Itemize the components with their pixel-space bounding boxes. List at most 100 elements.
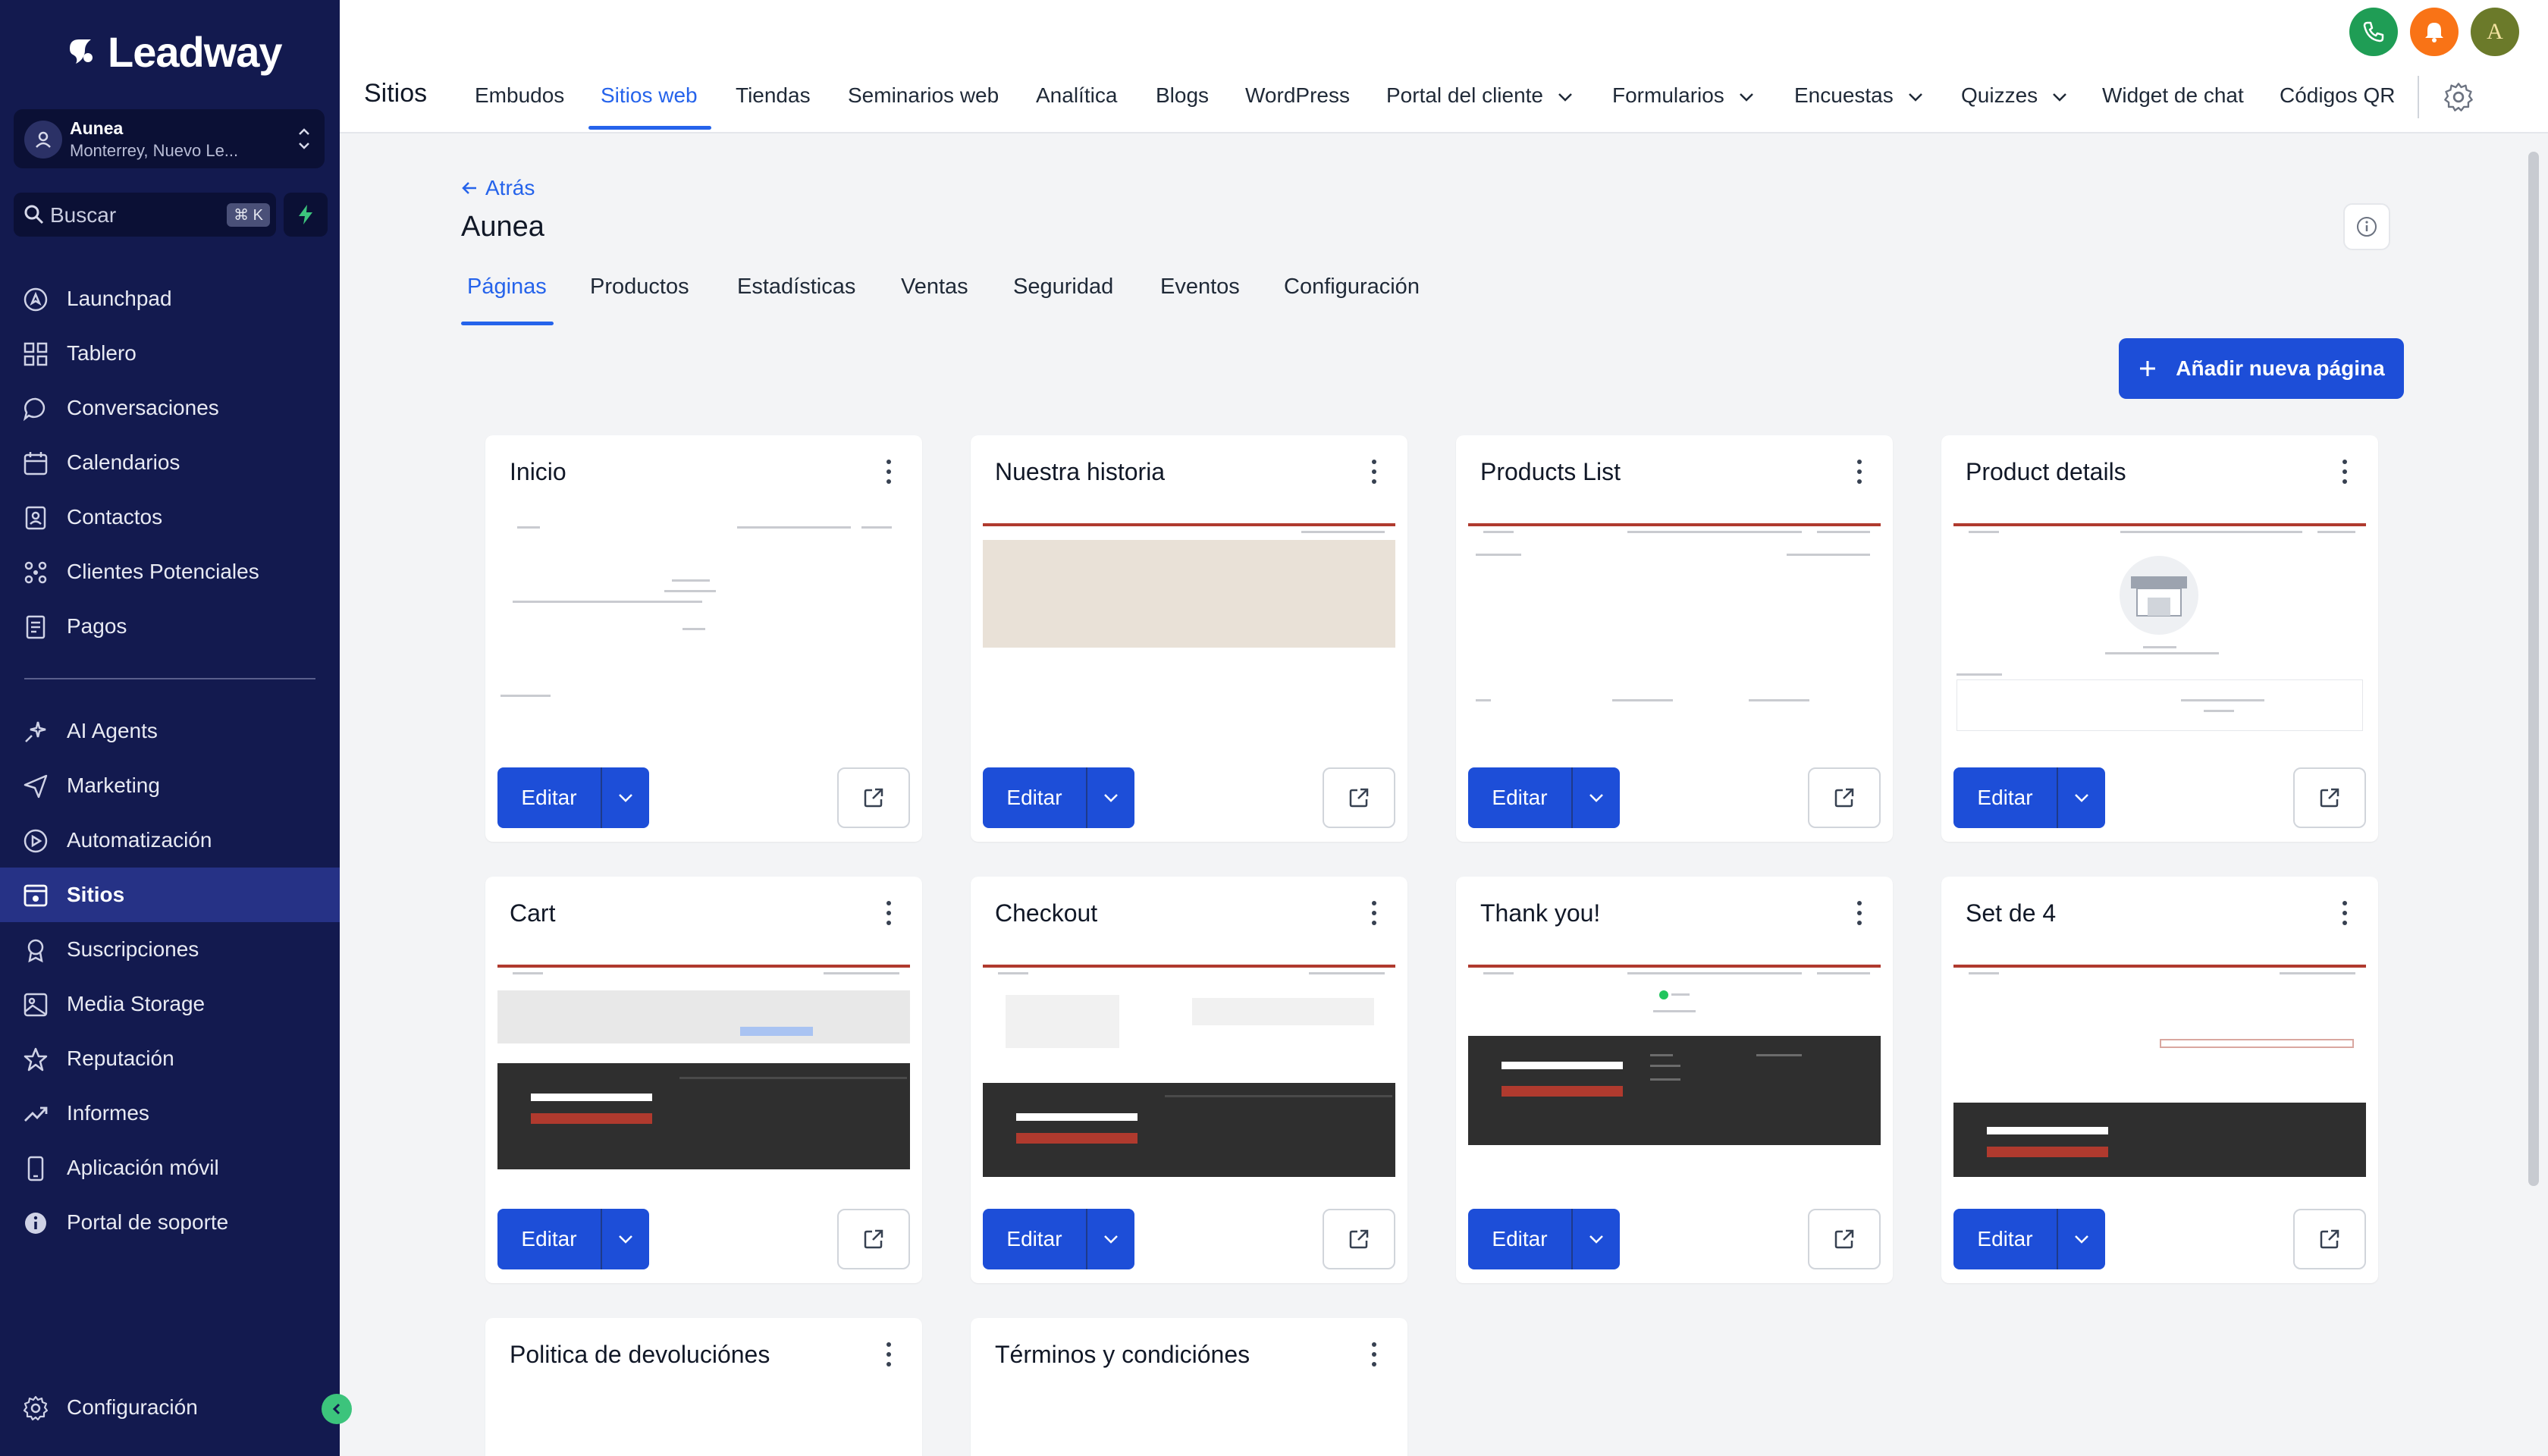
tab-embudos[interactable]: Embudos bbox=[475, 83, 564, 108]
subtab-eventos[interactable]: Eventos bbox=[1160, 275, 1240, 300]
page-thumbnail[interactable] bbox=[1953, 965, 2366, 1177]
tab-formularios[interactable]: Formularios bbox=[1612, 83, 1755, 108]
subtab-seguridad[interactable]: Seguridad bbox=[1013, 275, 1113, 300]
page-card-cart[interactable]: Cart Editar bbox=[485, 877, 922, 1283]
edit-dropdown-button[interactable] bbox=[601, 767, 649, 828]
edit-button[interactable]: Editar bbox=[497, 1209, 601, 1269]
kebab-menu-icon[interactable] bbox=[881, 898, 896, 928]
info-button[interactable] bbox=[2343, 203, 2390, 250]
edit-button[interactable]: Editar bbox=[983, 1209, 1086, 1269]
kebab-menu-icon[interactable] bbox=[1367, 1339, 1382, 1370]
open-page-button[interactable] bbox=[1808, 767, 1881, 828]
page-thumbnail[interactable] bbox=[1953, 523, 2366, 736]
notifications-button[interactable] bbox=[2410, 8, 2459, 56]
edit-dropdown-button[interactable] bbox=[1571, 767, 1620, 828]
page-card-politica-de-devoluciones[interactable]: Politica de devoluciónes bbox=[485, 1318, 922, 1456]
open-page-button[interactable] bbox=[1323, 767, 1395, 828]
edit-button[interactable]: Editar bbox=[1953, 767, 2057, 828]
tab-analitica[interactable]: Analítica bbox=[1036, 83, 1117, 108]
sidebar-item-launchpad[interactable]: Launchpad bbox=[0, 271, 340, 326]
page-card-inicio[interactable]: Inicio Editar bbox=[485, 435, 922, 842]
page-thumbnail[interactable] bbox=[983, 523, 1395, 736]
edit-dropdown-button[interactable] bbox=[2057, 767, 2105, 828]
subtab-estadisticas[interactable]: Estadísticas bbox=[737, 275, 855, 300]
edit-dropdown-button[interactable] bbox=[1571, 1209, 1620, 1269]
kebab-menu-icon[interactable] bbox=[1367, 898, 1382, 928]
kebab-menu-icon[interactable] bbox=[2337, 898, 2352, 928]
page-card-product-details[interactable]: Product details Editar bbox=[1941, 435, 2378, 842]
tab-blogs[interactable]: Blogs bbox=[1156, 83, 1209, 108]
tab-tiendas[interactable]: Tiendas bbox=[736, 83, 811, 108]
phone-button[interactable] bbox=[2349, 8, 2398, 56]
quick-actions-button[interactable] bbox=[284, 193, 328, 237]
sidebar-item-marketing[interactable]: Marketing bbox=[0, 758, 340, 813]
open-page-button[interactable] bbox=[2293, 767, 2366, 828]
subtab-productos[interactable]: Productos bbox=[590, 275, 689, 300]
kebab-menu-icon[interactable] bbox=[1852, 898, 1867, 928]
page-card-nuestra-historia[interactable]: Nuestra historia Editar bbox=[971, 435, 1407, 842]
sidebar-item-clientes-potenciales[interactable]: Clientes Potenciales bbox=[0, 544, 340, 599]
page-thumbnail[interactable] bbox=[497, 965, 910, 1177]
edit-button[interactable]: Editar bbox=[1468, 1209, 1571, 1269]
edit-button[interactable]: Editar bbox=[1468, 767, 1571, 828]
user-avatar[interactable]: A bbox=[2471, 8, 2519, 56]
vertical-scrollbar[interactable] bbox=[2528, 152, 2539, 1186]
sidebar-item-configuracion[interactable]: Configuración bbox=[0, 1380, 340, 1435]
subtab-ventas[interactable]: Ventas bbox=[901, 275, 968, 300]
open-page-button[interactable] bbox=[1808, 1209, 1881, 1269]
page-thumbnail[interactable] bbox=[497, 523, 910, 736]
page-thumbnail[interactable] bbox=[1468, 965, 1881, 1177]
sidebar-item-ai-agents[interactable]: AI Agents bbox=[0, 704, 340, 758]
sidebar-item-media-storage[interactable]: Media Storage bbox=[0, 977, 340, 1031]
tab-encuestas[interactable]: Encuestas bbox=[1794, 83, 1924, 108]
sidebar-item-suscripciones[interactable]: Suscripciones bbox=[0, 922, 340, 977]
edit-dropdown-button[interactable] bbox=[1086, 1209, 1134, 1269]
account-switcher[interactable]: Aunea Monterrey, Nuevo Le... bbox=[14, 109, 325, 168]
page-card-terminos-y-condiciones[interactable]: Términos y condiciónes bbox=[971, 1318, 1407, 1456]
page-thumbnail[interactable] bbox=[1468, 523, 1881, 736]
page-card-set-de-4[interactable]: Set de 4 Editar bbox=[1941, 877, 2378, 1283]
sidebar-item-informes[interactable]: Informes bbox=[0, 1086, 340, 1141]
search-button[interactable]: Buscar ⌘ K bbox=[14, 193, 276, 237]
edit-button[interactable]: Editar bbox=[497, 767, 601, 828]
sidebar-item-sitios[interactable]: Sitios bbox=[0, 868, 340, 922]
open-page-button[interactable] bbox=[1323, 1209, 1395, 1269]
sidebar-item-contactos[interactable]: Contactos bbox=[0, 490, 340, 544]
tab-codigos-qr[interactable]: Códigos QR bbox=[2280, 83, 2396, 108]
sidebar-item-reputacion[interactable]: Reputación bbox=[0, 1031, 340, 1086]
tab-seminarios-web[interactable]: Seminarios web bbox=[848, 83, 999, 108]
open-page-button[interactable] bbox=[2293, 1209, 2366, 1269]
page-card-thank-you[interactable]: Thank you! Editar bbox=[1456, 877, 1893, 1283]
subtab-paginas[interactable]: Páginas bbox=[467, 275, 547, 300]
sidebar-item-calendarios[interactable]: Calendarios bbox=[0, 435, 340, 490]
back-link[interactable]: Atrás bbox=[461, 176, 535, 200]
tab-widget-de-chat[interactable]: Widget de chat bbox=[2102, 83, 2244, 108]
sidebar-item-pagos[interactable]: Pagos bbox=[0, 599, 340, 654]
page-card-products-list[interactable]: Products List Editar bbox=[1456, 435, 1893, 842]
open-page-button[interactable] bbox=[837, 767, 910, 828]
settings-gear-icon[interactable] bbox=[2443, 82, 2474, 112]
sidebar-item-aplicacion-movil[interactable]: Aplicación móvil bbox=[0, 1141, 340, 1195]
kebab-menu-icon[interactable] bbox=[1852, 457, 1867, 487]
sidebar-item-conversaciones[interactable]: Conversaciones bbox=[0, 381, 340, 435]
kebab-menu-icon[interactable] bbox=[1367, 457, 1382, 487]
edit-dropdown-button[interactable] bbox=[2057, 1209, 2105, 1269]
edit-dropdown-button[interactable] bbox=[601, 1209, 649, 1269]
sidebar-item-portal-de-soporte[interactable]: Portal de soporte bbox=[0, 1195, 340, 1250]
tab-sitios-web[interactable]: Sitios web bbox=[601, 83, 698, 108]
tab-portal-del-cliente[interactable]: Portal del cliente bbox=[1386, 83, 1574, 108]
page-thumbnail[interactable] bbox=[983, 965, 1395, 1177]
kebab-menu-icon[interactable] bbox=[881, 457, 896, 487]
tab-quizzes[interactable]: Quizzes bbox=[1961, 83, 2068, 108]
page-card-checkout[interactable]: Checkout Editar bbox=[971, 877, 1407, 1283]
edit-button[interactable]: Editar bbox=[1953, 1209, 2057, 1269]
edit-dropdown-button[interactable] bbox=[1086, 767, 1134, 828]
edit-button[interactable]: Editar bbox=[983, 767, 1086, 828]
add-new-page-button[interactable]: Añadir nueva página bbox=[2119, 338, 2404, 399]
tab-wordpress[interactable]: WordPress bbox=[1245, 83, 1350, 108]
kebab-menu-icon[interactable] bbox=[2337, 457, 2352, 487]
kebab-menu-icon[interactable] bbox=[881, 1339, 896, 1370]
subtab-configuracion[interactable]: Configuración bbox=[1284, 275, 1420, 300]
sidebar-item-tablero[interactable]: Tablero bbox=[0, 326, 340, 381]
brand-logo[interactable]: Leadway bbox=[62, 27, 283, 77]
